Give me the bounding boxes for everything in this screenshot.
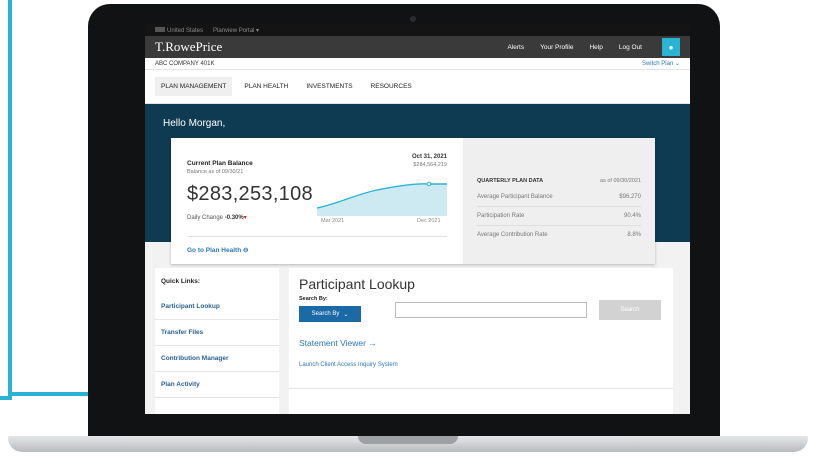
sparkline-date: Oct 31, 2021 (411, 154, 447, 160)
top-nav: T.RowePrice Alerts Your Profile Help Log… (145, 36, 690, 58)
quick-links-heading: Quick Links: (161, 278, 201, 285)
sidebar-item-contribution-manager[interactable]: Contribution Manager (155, 346, 279, 372)
statement-viewer-link[interactable]: Statement Viewer → (299, 338, 377, 348)
participant-lookup-panel: Participant Lookup Search By: Search By ⌄… (289, 268, 673, 414)
main-nav: PLAN MANAGEMENT PLAN HEALTH INVESTMENTS … (145, 70, 690, 104)
tab-investments[interactable]: INVESTMENTS (300, 77, 358, 96)
sidebar-item-transfer-files[interactable]: Transfer Files (155, 320, 279, 346)
balance-section: Current Plan Balance Balance as of 09/30… (171, 138, 463, 264)
quarterly-as-of: as of 09/30/2021 (600, 178, 641, 184)
user-icon[interactable]: ● (662, 38, 680, 56)
company-name: ABC COMPANY 401K (155, 60, 215, 67)
sidebar-item-participant-lookup[interactable]: Participant Lookup (155, 294, 279, 320)
launch-client-access-link[interactable]: Launch Client Access Inquiry System (299, 362, 398, 368)
sidebar-item-plan-activity[interactable]: Plan Activity (155, 372, 279, 398)
brand-logo[interactable]: T.RowePrice (155, 39, 222, 55)
utility-bar: United States Planview Portal ▾ (145, 24, 690, 36)
alerts-link[interactable]: Alerts (507, 44, 524, 51)
logout-link[interactable]: Log Out (619, 44, 642, 51)
balance-card: Current Plan Balance Balance as of 09/30… (171, 138, 655, 264)
annotation-bracket (0, 0, 12, 400)
quarterly-row: Average Contribution Rate 8.8% (477, 232, 641, 238)
quarterly-row: Participation Rate 90.4% (477, 213, 641, 226)
stage: United States Planview Portal ▾ T.RowePr… (0, 0, 816, 462)
tab-resources[interactable]: RESOURCES (365, 77, 418, 96)
card-divider (187, 236, 447, 237)
portal-selector[interactable]: Planview Portal ▾ (213, 27, 259, 34)
quarterly-section: QUARTERLY PLAN DATA as of 09/30/2021 Ave… (463, 138, 655, 264)
search-button[interactable]: Search (599, 300, 661, 320)
screen: United States Planview Portal ▾ T.RowePr… (145, 24, 690, 414)
arrow-right-icon: → (368, 338, 377, 348)
sparkline-start: Mar 2021 (321, 218, 345, 224)
greeting: Hello Morgan, (163, 118, 226, 129)
sparkline-value: $284,564,219 (413, 162, 447, 168)
chevron-down-icon: ⌄ (343, 311, 349, 318)
switch-plan-link[interactable]: Switch Plan ⌄ (642, 60, 680, 67)
flag-icon (155, 26, 165, 32)
laptop-notch (358, 436, 458, 444)
country-selector[interactable]: United States (155, 26, 203, 34)
arrow-right-circle-icon: ⊖ (242, 247, 249, 254)
profile-link[interactable]: Your Profile (540, 44, 573, 51)
quick-links-sidebar: Quick Links: Participant Lookup Transfer… (155, 268, 279, 414)
help-link[interactable]: Help (589, 44, 602, 51)
tab-plan-health[interactable]: PLAN HEALTH (238, 77, 294, 96)
camera-icon (410, 16, 416, 22)
search-by-select[interactable]: Search By ⌄ (299, 306, 361, 322)
go-to-plan-health-link[interactable]: Go to Plan Health ⊖ (187, 246, 248, 254)
down-arrow-icon: ▾ (243, 215, 247, 221)
sparkline-end: Dec 2021 (417, 218, 441, 224)
search-input[interactable] (395, 302, 587, 318)
page-title: Participant Lookup (299, 276, 415, 292)
quarterly-row: Average Participant Balance $96,270 (477, 194, 641, 207)
quarterly-title: QUARTERLY PLAN DATA (477, 178, 544, 184)
plan-bar: ABC COMPANY 401K Switch Plan ⌄ (145, 58, 690, 70)
content-divider (289, 388, 673, 389)
quarterly-header: QUARTERLY PLAN DATA as of 09/30/2021 (477, 178, 641, 184)
tab-plan-management[interactable]: PLAN MANAGEMENT (155, 77, 233, 96)
balance-sparkline (317, 181, 447, 216)
sparkline-point (426, 181, 432, 187)
chevron-down-icon: ⌄ (674, 61, 680, 67)
